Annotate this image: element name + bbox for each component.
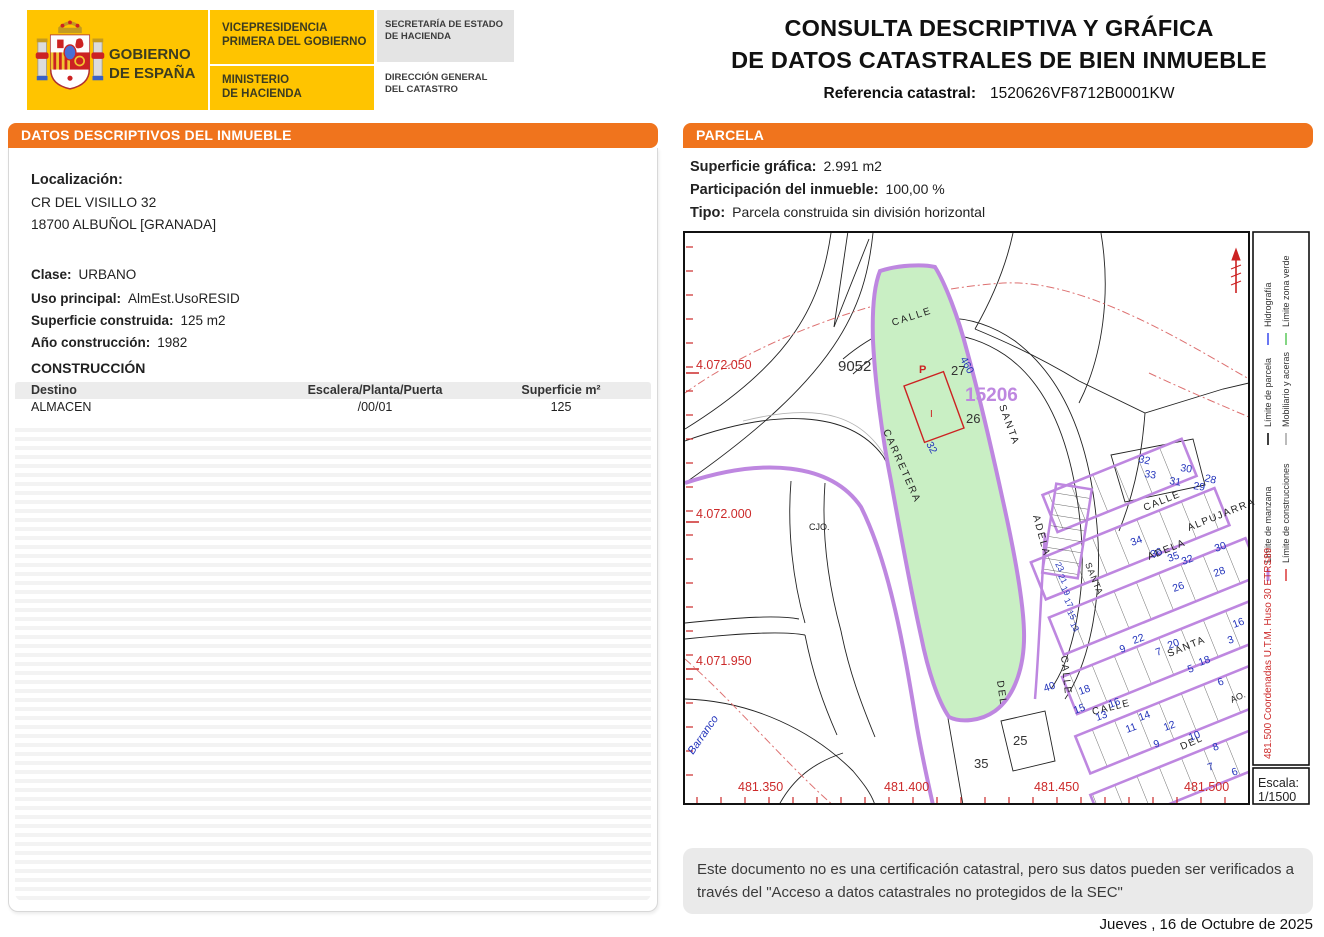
clase-value: URBANO bbox=[79, 267, 137, 282]
divider bbox=[210, 64, 374, 66]
localizacion-label: Localización: bbox=[31, 172, 123, 188]
tipo-value: Parcela construida sin división horizont… bbox=[732, 204, 985, 220]
superficie-grafica-label: Superficie gráfica: bbox=[690, 159, 817, 175]
datos-descriptivos-panel: Localización: CR DEL VISILLO 32 18700 AL… bbox=[8, 148, 658, 912]
construccion-table-header: Destino Escalera/Planta/Puerta Superfici… bbox=[15, 382, 651, 399]
map-label: 26 bbox=[966, 411, 980, 426]
map-coordinate-y: 4.071.950 bbox=[696, 654, 752, 668]
localizacion-line2: 18700 ALBUÑOL [GRANADA] bbox=[31, 217, 216, 232]
map-coordinate-x: 481.400 bbox=[884, 780, 929, 794]
superficie-grafica-value: 2.991 m2 bbox=[824, 158, 882, 174]
participacion-value: 100,00 % bbox=[886, 181, 945, 197]
superficie-construida-label: Superficie construida: bbox=[31, 313, 174, 328]
cadastral-map: CALLESANTACARRETERAADELADELCJO.CALLECALL… bbox=[683, 231, 1310, 805]
cadastral-map-container: CALLESANTACARRETERAADELADELCJO.CALLECALL… bbox=[683, 231, 1310, 805]
gobierno-text: GOBIERNO DE ESPAÑA bbox=[109, 45, 195, 83]
disclaimer-box: Este documento no es una certificación c… bbox=[683, 848, 1313, 914]
legend-label: Límite de construcciones bbox=[1281, 463, 1291, 563]
dept1-line2: PRIMERA DEL GOBIERNO bbox=[222, 35, 368, 49]
cell-destino: ALMACEN bbox=[31, 400, 91, 414]
dept1-line1: VICEPRESIDENCIA bbox=[222, 21, 368, 35]
gobierno-logo-block: GOBIERNO DE ESPAÑA bbox=[27, 10, 208, 110]
col-escalera: Escalera/Planta/Puerta bbox=[255, 383, 495, 397]
legend-label: Mobiliario y aceras bbox=[1281, 351, 1291, 427]
vicepresidencia-label: VICEPRESIDENCIA PRIMERA DEL GOBIERNO bbox=[222, 21, 368, 49]
superficie-construida-value: 125 m2 bbox=[181, 313, 226, 328]
map-label: 33 bbox=[1144, 468, 1157, 482]
col-destino: Destino bbox=[31, 383, 77, 397]
map-coordinate-y: 4.072.000 bbox=[696, 507, 752, 521]
legend-label: Límite de parcela bbox=[1263, 358, 1273, 427]
participacion-label: Participación del inmueble: bbox=[690, 182, 879, 198]
document-title: CONSULTA DESCRIPTIVA Y GRÁFICA DE DATOS … bbox=[683, 12, 1315, 103]
spain-coat-of-arms bbox=[35, 16, 105, 106]
col-superficie: Superficie m² bbox=[501, 383, 621, 397]
scale-value: 1/1500 bbox=[1258, 790, 1296, 804]
map-label: 35 bbox=[974, 756, 988, 771]
direccion-general-label: DIRECCIÓN GENERAL DEL CATASTRO bbox=[377, 68, 514, 100]
gobierno-line2: DE ESPAÑA bbox=[109, 64, 195, 83]
construccion-table-row: ALMACEN /00/01 125 bbox=[15, 399, 651, 415]
map-label: 15206 bbox=[965, 385, 1018, 406]
secretaria-label: SECRETARÍA DE ESTADO DE HACIENDA bbox=[377, 10, 514, 62]
dept2-line2: DE HACIENDA bbox=[222, 87, 368, 101]
map-label: CJO. bbox=[809, 522, 830, 532]
map-coordinate-x: 481.500 bbox=[1184, 780, 1229, 794]
ano-construccion-label: Año construcción: bbox=[31, 335, 150, 350]
map-label: P bbox=[919, 364, 926, 376]
ref-label: Referencia catastral: bbox=[824, 85, 977, 102]
cell-superficie: 125 bbox=[501, 400, 621, 414]
tipo-label: Tipo: bbox=[690, 205, 725, 221]
map-coordinate-x: 481.450 bbox=[1034, 780, 1079, 794]
uso-value: AlmEst.UsoRESID bbox=[128, 291, 240, 306]
localizacion-line1: CR DEL VISILLO 32 bbox=[31, 195, 156, 210]
ano-construccion-value: 1982 bbox=[157, 335, 187, 350]
parcela-header: PARCELA bbox=[683, 123, 1313, 148]
map-label: I bbox=[930, 409, 933, 420]
uso-label: Uso principal: bbox=[31, 291, 121, 306]
clase-label: Clase: bbox=[31, 267, 72, 282]
referencia-catastral: Referencia catastral: 1520626VF8712B0001K… bbox=[683, 85, 1315, 103]
map-coordinate-y: 4.072.050 bbox=[696, 358, 752, 372]
map-label: 25 bbox=[1013, 733, 1027, 748]
map-label: 31 bbox=[1169, 475, 1182, 489]
scale-label: Escala: bbox=[1258, 776, 1299, 790]
parcela-info: Superficie gráfica: 2.991 m2 Participació… bbox=[690, 158, 1310, 227]
ministry-block: VICEPRESIDENCIA PRIMERA DEL GOBIERNO MIN… bbox=[210, 10, 374, 110]
document-date: Jueves , 16 de Octubre de 2025 bbox=[683, 916, 1313, 933]
title-line2: DE DATOS CATASTRALES DE BIEN INMUEBLE bbox=[683, 44, 1315, 76]
map-label: 30 bbox=[1180, 462, 1193, 476]
ref-value: 1520626VF8712B0001KW bbox=[990, 85, 1174, 102]
dept2-line1: MINISTERIO bbox=[222, 73, 368, 87]
title-line1: CONSULTA DESCRIPTIVA Y GRÁFICA bbox=[683, 12, 1315, 44]
empty-table-rows bbox=[15, 423, 651, 901]
cadastral-consulta-page: { "header": { "logo": { "line1": "GOBIER… bbox=[0, 0, 1324, 937]
legend-coordinate-note: 481.500 Coordenadas U.T.M. Huso 30 ETRS8… bbox=[1263, 547, 1274, 759]
legend-label: Límite zona verde bbox=[1281, 255, 1291, 327]
construccion-title: CONSTRUCCIÓN bbox=[31, 360, 145, 376]
secretary-block: SECRETARÍA DE ESTADO DE HACIENDA DIRECCI… bbox=[377, 10, 514, 110]
cell-escalera: /00/01 bbox=[255, 400, 495, 414]
ministerio-label: MINISTERIO DE HACIENDA bbox=[222, 73, 368, 101]
gobierno-line1: GOBIERNO bbox=[109, 45, 195, 64]
map-coordinate-x: 481.350 bbox=[738, 780, 783, 794]
map-label: 9052 bbox=[838, 358, 871, 375]
legend-label: Hidrografía bbox=[1263, 282, 1273, 327]
datos-descriptivos-header: DATOS DESCRIPTIVOS DEL INMUEBLE bbox=[8, 123, 658, 148]
